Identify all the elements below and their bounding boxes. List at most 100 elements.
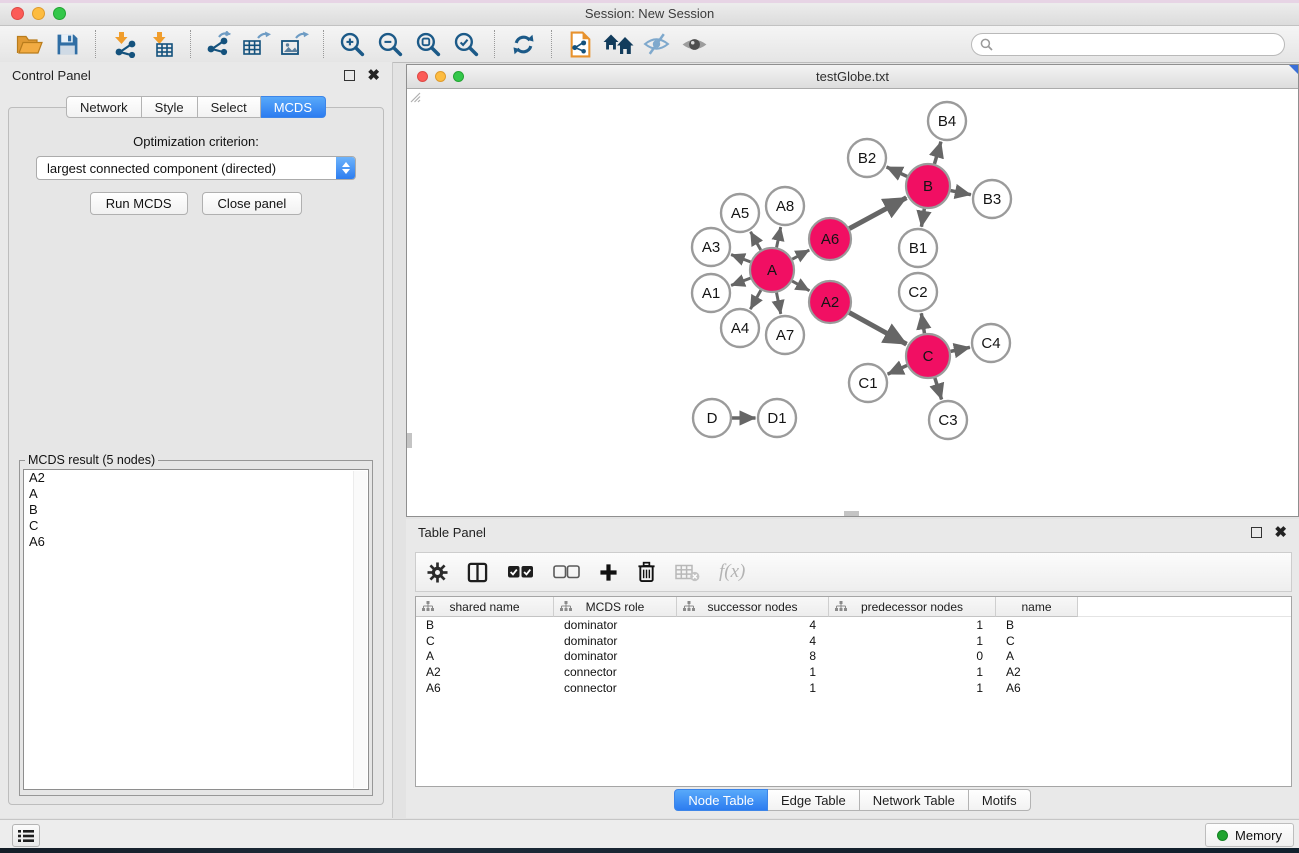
hide-panel-eye-slash-icon[interactable]	[640, 28, 672, 60]
table-cell[interactable]: 0	[829, 649, 996, 663]
clone-network-icon[interactable]	[564, 28, 596, 60]
column-header-name[interactable]: name	[996, 597, 1078, 617]
table-cell[interactable]: A6	[996, 681, 1078, 695]
run-mcds-button[interactable]: Run MCDS	[90, 192, 188, 215]
column-header-MCDS-role[interactable]: MCDS role	[554, 597, 677, 617]
graph-edge-A-A8[interactable]	[777, 227, 781, 247]
graph-node-A6[interactable]: A6	[809, 218, 851, 260]
graph-node-A2[interactable]: A2	[809, 281, 851, 323]
table-cell[interactable]: A	[996, 649, 1078, 663]
graph-edge-C-C3[interactable]	[935, 378, 942, 400]
search-input[interactable]	[998, 36, 1276, 52]
graph-node-C3[interactable]: C3	[929, 401, 967, 439]
table-cell[interactable]: connector	[554, 681, 677, 695]
table-tab-network-table[interactable]: Network Table	[860, 789, 969, 811]
table-cell[interactable]: 4	[677, 634, 829, 648]
graph-node-A5[interactable]: A5	[721, 194, 759, 232]
add-column-plus-icon[interactable]	[599, 563, 618, 582]
table-tab-motifs[interactable]: Motifs	[969, 789, 1031, 811]
table-cell[interactable]: connector	[554, 665, 677, 679]
graph-edge-C-C1[interactable]	[888, 365, 907, 374]
graph-edge-A-A5[interactable]	[751, 232, 761, 250]
table-cell[interactable]: 1	[829, 618, 996, 632]
export-table-icon[interactable]	[241, 28, 273, 60]
table-cell[interactable]: dominator	[554, 634, 677, 648]
open-session-icon[interactable]	[13, 28, 45, 60]
mcds-result-item[interactable]: B	[24, 502, 368, 518]
float-panel-icon[interactable]	[344, 70, 355, 81]
mcds-result-item[interactable]: A	[24, 486, 368, 502]
function-builder-icon[interactable]: f(x)	[719, 561, 745, 583]
refresh-icon[interactable]	[507, 28, 539, 60]
save-session-icon[interactable]	[51, 28, 83, 60]
table-cell[interactable]: B	[416, 618, 554, 632]
table-cell[interactable]: A	[416, 649, 554, 663]
table-cell[interactable]: dominator	[554, 618, 677, 632]
graph-node-C4[interactable]: C4	[972, 324, 1010, 362]
import-network-icon[interactable]	[108, 28, 140, 60]
table-cell[interactable]: A6	[416, 681, 554, 695]
graph-node-D[interactable]: D	[693, 399, 731, 437]
graph-node-A[interactable]: A	[750, 248, 794, 292]
table-cell[interactable]: 1	[677, 665, 829, 679]
graph-edge-B-B1[interactable]	[921, 209, 924, 227]
zoom-in-icon[interactable]	[336, 28, 368, 60]
mcds-result-item[interactable]: C	[24, 518, 368, 534]
close-panel-button[interactable]: Close panel	[202, 192, 303, 215]
graph-edge-A2-C[interactable]	[849, 313, 906, 345]
graph-edge-C-C2[interactable]	[921, 313, 924, 333]
close-table-panel-icon[interactable]: ✖	[1274, 525, 1287, 540]
mcds-result-item[interactable]: A6	[24, 534, 368, 550]
table-cell[interactable]: 1	[829, 634, 996, 648]
graph-edge-B-B3[interactable]	[951, 191, 971, 195]
graph-edge-B-B4[interactable]	[934, 142, 941, 164]
table-row[interactable]: A6connector11A6	[416, 680, 1291, 696]
graph-node-C[interactable]: C	[906, 334, 950, 378]
graph-edge-A-A3[interactable]	[731, 255, 750, 262]
table-cell[interactable]: C	[416, 634, 554, 648]
network-window-titlebar[interactable]: testGlobe.txt	[407, 65, 1298, 89]
list-scrollbar[interactable]	[353, 471, 367, 788]
graph-edge-C-C4[interactable]	[951, 347, 970, 351]
graph-node-C2[interactable]: C2	[899, 273, 937, 311]
graph-node-A4[interactable]: A4	[721, 309, 759, 347]
network-canvas[interactable]: B4B2BB3B1A5A8A6A3AA1A2A4A7C2CC4C1C3DD1	[407, 89, 1298, 516]
export-network-icon[interactable]	[203, 28, 235, 60]
graph-node-A8[interactable]: A8	[766, 187, 804, 225]
zoom-fit-icon[interactable]	[412, 28, 444, 60]
graph-node-D1[interactable]: D1	[758, 399, 796, 437]
table-cell[interactable]: dominator	[554, 649, 677, 663]
delete-table-icon[interactable]	[675, 563, 700, 582]
mcds-result-item[interactable]: A2	[24, 470, 368, 486]
graph-node-B[interactable]: B	[906, 164, 950, 208]
table-row[interactable]: Cdominator41C	[416, 633, 1291, 649]
graph-node-B2[interactable]: B2	[848, 139, 886, 177]
table-tab-edge-table[interactable]: Edge Table	[768, 789, 860, 811]
table-cell[interactable]: 1	[677, 681, 829, 695]
graph-node-C1[interactable]: C1	[849, 364, 887, 402]
deselect-all-icon[interactable]	[553, 565, 580, 579]
zoom-selected-icon[interactable]	[450, 28, 482, 60]
table-cell[interactable]: B	[996, 618, 1078, 632]
tab-mcds[interactable]: MCDS	[261, 96, 326, 118]
table-row[interactable]: A2connector11A2	[416, 664, 1291, 680]
search-field[interactable]	[971, 33, 1285, 56]
table-cell[interactable]: A2	[416, 665, 554, 679]
show-column-panel-icon[interactable]	[467, 562, 488, 583]
table-row[interactable]: Adominator80A	[416, 649, 1291, 665]
select-all-icon[interactable]	[507, 565, 534, 579]
table-cell[interactable]: 1	[829, 665, 996, 679]
graph-edge-A-A1[interactable]	[731, 278, 750, 285]
graph-node-B1[interactable]: B1	[899, 229, 937, 267]
graph-edge-A6-B[interactable]	[849, 198, 906, 229]
graph-edge-A-A6[interactable]	[792, 250, 809, 259]
column-header-shared-name[interactable]: shared name	[416, 597, 554, 617]
table-cell[interactable]: 8	[677, 649, 829, 663]
float-table-panel-icon[interactable]	[1251, 527, 1262, 538]
show-eye-icon[interactable]	[678, 28, 710, 60]
graph-edge-B-B2[interactable]	[887, 167, 908, 176]
memory-button[interactable]: Memory	[1205, 823, 1294, 847]
table-cell[interactable]: 4	[677, 618, 829, 632]
table-cell[interactable]: A2	[996, 665, 1078, 679]
import-table-icon[interactable]	[146, 28, 178, 60]
